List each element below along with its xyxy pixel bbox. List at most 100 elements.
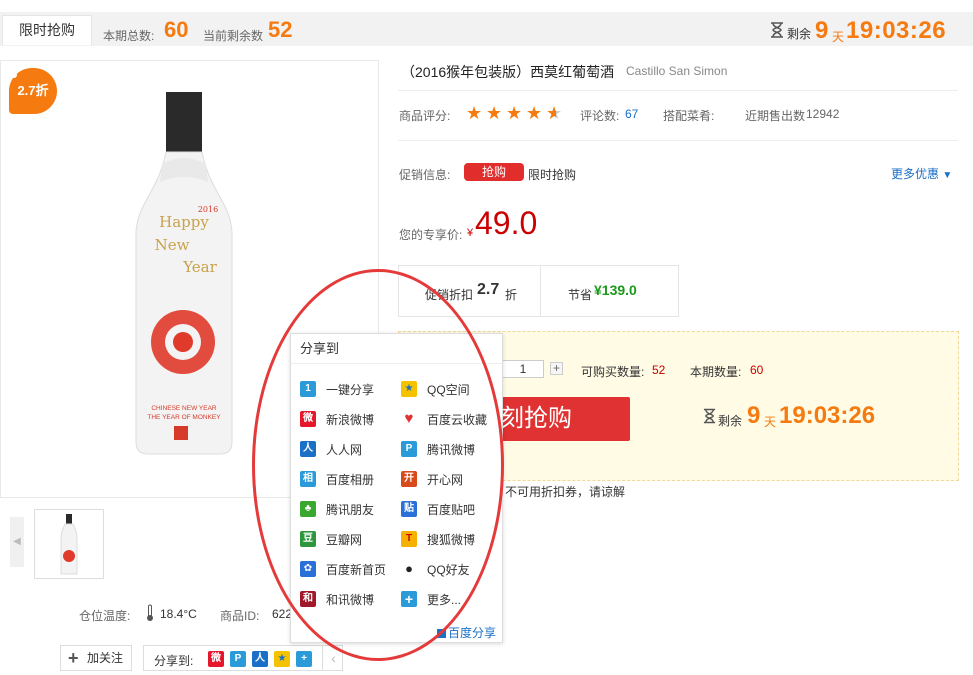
thermometer-icon bbox=[147, 604, 153, 621]
temperature-label: 仓位温度: bbox=[79, 609, 131, 623]
baidu-paw-icon: ✿ bbox=[300, 561, 316, 577]
divider bbox=[398, 90, 958, 91]
wine-bottle-image: Happy New Year 2016 CHINESE NEW YEAR THE… bbox=[135, 92, 233, 455]
renren-icon: 人 bbox=[300, 441, 316, 457]
weibo-icon[interactable]: 微 bbox=[208, 651, 224, 667]
recent-sales-label: 近期售出数 bbox=[745, 109, 806, 123]
countdown-time: 19:03:26 bbox=[846, 17, 947, 44]
save-label: 节省 bbox=[568, 288, 593, 302]
share-item-label: QQ空间 bbox=[427, 383, 470, 397]
review-count-label: 评论数: bbox=[580, 109, 620, 123]
bottle-text-happy: Happy bbox=[159, 213, 209, 231]
flash-sale-bar: 限时抢购 本期总数: 60 当前剩余数 52 剩余 9 天 19:03:26 bbox=[0, 12, 973, 46]
period-qty-label: 本期数量: bbox=[690, 365, 742, 379]
more-share-icon[interactable]: + bbox=[296, 651, 312, 667]
period-qty-value: 60 bbox=[750, 363, 764, 377]
more-offers-link[interactable]: 更多优惠 ▼ bbox=[891, 165, 952, 182]
share-item-label: 人人网 bbox=[326, 443, 363, 457]
recent-sales-value: 12942 bbox=[806, 107, 840, 121]
share-item-label: 豆瓣网 bbox=[326, 533, 363, 547]
tencent-weibo-icon: P bbox=[401, 441, 417, 457]
tab-flash-sale[interactable]: 限时抢购 bbox=[2, 15, 92, 45]
bottle-text-year: Year bbox=[182, 258, 217, 276]
price-value: 49.0 bbox=[475, 205, 538, 241]
baidu-share-icon bbox=[437, 629, 446, 638]
countdown-day-unit: 天 bbox=[832, 30, 845, 44]
sina-weibo-icon: 微 bbox=[300, 411, 316, 427]
discount-value: 2.7 bbox=[477, 281, 500, 298]
baidu-share-label: 百度分享 bbox=[448, 626, 497, 640]
available-qty-label: 可购买数量: bbox=[581, 365, 645, 379]
promo-tag: 抢购 bbox=[464, 163, 524, 181]
share-item-label: 百度相册 bbox=[326, 473, 375, 487]
baidu-album-icon: 相 bbox=[300, 471, 316, 487]
share-popup: 分享到 1 一键分享 微新浪微博 人人人网 相百度相册 ♣ 腾讯朋友 豆豆瓣网 ✿ 百… bbox=[290, 333, 503, 643]
share-item-label: 腾讯朋友 bbox=[326, 503, 375, 517]
bottle-text-new: New bbox=[155, 236, 190, 254]
discount-unit: 折 bbox=[505, 288, 518, 302]
buy-countdown-day-unit: 天 bbox=[764, 415, 777, 429]
star-icon: ★ bbox=[526, 103, 543, 123]
share-item-label: 开心网 bbox=[427, 473, 464, 487]
plus-icon: + bbox=[68, 648, 79, 668]
remaining-value: 52 bbox=[268, 17, 293, 42]
share-item-label: 更多... bbox=[427, 593, 462, 607]
caret-down-icon: ▼ bbox=[942, 170, 953, 181]
product-thumbnail[interactable] bbox=[34, 509, 104, 579]
one-click-share-icon: 1 bbox=[300, 381, 316, 397]
promo-text: 限时抢购 bbox=[528, 168, 577, 182]
sohu-icon: T bbox=[401, 531, 417, 547]
badge-dot bbox=[11, 72, 17, 78]
share-item-label: 和讯微博 bbox=[326, 593, 375, 607]
rating-stars: ★ ★ ★ ★ ★ bbox=[466, 104, 566, 122]
quantity-input[interactable]: 1 bbox=[502, 360, 544, 378]
star-icon: ★ bbox=[466, 103, 483, 123]
share-item-label: QQ好友 bbox=[427, 563, 470, 577]
bottle-text-monkey: THE YEAR OF MONKEY bbox=[147, 414, 221, 421]
remaining-label: 当前剩余数 bbox=[203, 29, 264, 43]
share-bar: 分享到: 微 P 人 ★ + bbox=[143, 645, 343, 671]
qzone-icon: ★ bbox=[401, 381, 417, 397]
buy-countdown-days: 9 bbox=[747, 402, 761, 429]
product-title-en: Castillo San Simon bbox=[626, 64, 728, 78]
pairing-label: 搭配菜肴: bbox=[663, 109, 715, 123]
kaixin-icon: 开 bbox=[401, 471, 417, 487]
thumbnail-bottle-image bbox=[60, 514, 78, 575]
baidu-share-link[interactable]: 百度分享 bbox=[437, 624, 496, 641]
temperature-value: 18.4°C bbox=[160, 607, 197, 621]
bottle-text-cny: CHINESE NEW YEAR bbox=[151, 405, 217, 412]
save-value: ¥139.0 bbox=[594, 282, 637, 298]
tencent-weibo-icon[interactable]: P bbox=[230, 651, 246, 667]
share-bar-collapse-arrow[interactable]: ‹ bbox=[322, 645, 344, 671]
qzone-icon[interactable]: ★ bbox=[274, 651, 290, 667]
review-count-link[interactable]: 67 bbox=[625, 107, 638, 121]
share-item-label: 百度贴吧 bbox=[427, 503, 476, 517]
rating-label: 商品评分: bbox=[399, 109, 451, 123]
star-icon: ★ bbox=[486, 103, 503, 123]
divider bbox=[398, 140, 958, 141]
promo-label: 促销信息: bbox=[399, 168, 451, 182]
discount-divider bbox=[540, 265, 541, 317]
plus-icon: + bbox=[401, 591, 417, 607]
follow-label: 加关注 bbox=[87, 651, 124, 665]
follow-button[interactable]: + 加关注 bbox=[60, 645, 132, 671]
buy-countdown-label: 剩余 bbox=[718, 414, 743, 428]
renren-icon[interactable]: 人 bbox=[252, 651, 268, 667]
thumbnail-prev-arrow[interactable]: ◀ bbox=[10, 517, 24, 567]
tieba-icon: 贴 bbox=[401, 501, 417, 517]
buy-countdown-time: 19:03:26 bbox=[779, 402, 876, 429]
douban-icon: 豆 bbox=[300, 531, 316, 547]
half-star-icon: ★ bbox=[546, 104, 566, 122]
quantity-plus-button[interactable]: + bbox=[550, 362, 563, 375]
coupon-note: 不可用折扣券，请谅解 bbox=[505, 485, 626, 499]
share-item-label: 一键分享 bbox=[326, 383, 375, 397]
countdown-days: 9 bbox=[815, 17, 829, 44]
share-item-label: 搜狐微博 bbox=[427, 533, 476, 547]
heart-icon: ♥ bbox=[404, 410, 414, 427]
bottle-text-2016: 2016 bbox=[198, 205, 218, 214]
hourglass-icon bbox=[703, 408, 716, 424]
share-item-label: 百度新首页 bbox=[326, 563, 387, 577]
price-currency: ¥ bbox=[467, 227, 474, 239]
more-offers-label: 更多优惠 bbox=[891, 167, 940, 181]
discount-label: 促销折扣 bbox=[425, 288, 474, 302]
